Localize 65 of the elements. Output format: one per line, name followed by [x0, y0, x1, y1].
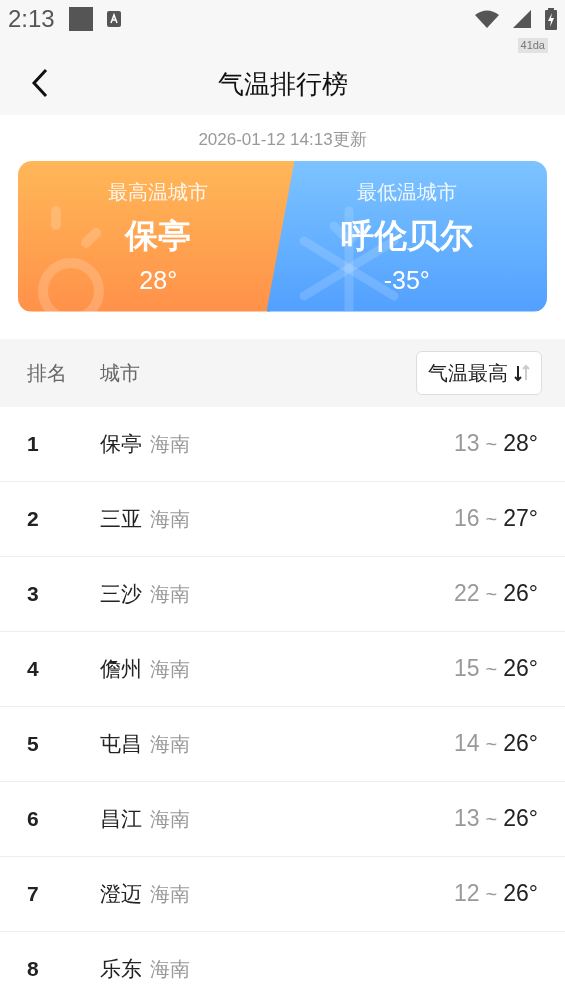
province-name: 海南 — [150, 956, 190, 982]
rank: 1 — [27, 430, 40, 457]
low-temperature: 13 — [453, 804, 480, 834]
city-name: 保亭 — [125, 215, 192, 256]
city-name: 乐东 — [100, 955, 142, 982]
city-name: 保亭 — [100, 430, 142, 457]
chevron-left-icon — [30, 67, 50, 99]
debug-badge: 41da — [517, 38, 548, 53]
high-temperature: 26° — [503, 654, 538, 684]
card-label: 最高温城市 — [108, 179, 209, 205]
high-temperature: 26° — [503, 729, 538, 759]
high-temperature: 26° — [503, 579, 538, 609]
province-name: 海南 — [150, 656, 190, 682]
update-time: 2026-01-12 14:13更新 — [198, 129, 367, 151]
low-temperature: 15 — [453, 654, 480, 684]
city-name: 儋州 — [100, 655, 142, 682]
province-name: 海南 — [150, 731, 190, 757]
notification-icon — [68, 7, 93, 31]
province-name: 海南 — [150, 806, 190, 832]
wifi-icon — [475, 10, 499, 28]
province-name: 海南 — [150, 431, 190, 457]
high-temperature: 27° — [503, 504, 538, 534]
range-separator: ~ — [485, 881, 498, 907]
temperature: 28° — [139, 265, 178, 296]
rank: 3 — [27, 580, 40, 607]
city-name: 三亚 — [100, 505, 142, 532]
keyboard-icon — [106, 11, 121, 27]
range-separator: ~ — [485, 806, 498, 832]
rank: 5 — [27, 730, 40, 757]
low-temperature: 22 — [453, 579, 480, 609]
high-temperature: 28° — [503, 429, 538, 459]
range-separator: ~ — [485, 431, 498, 457]
status-time: 2:13 — [8, 4, 55, 34]
province-name: 海南 — [150, 581, 190, 607]
signal-icon — [513, 10, 531, 28]
low-temperature: 13 — [453, 429, 480, 459]
low-temperature: 14 — [453, 729, 480, 759]
range-separator: ~ — [485, 656, 498, 682]
rank: 2 — [27, 505, 40, 532]
range-separator: ~ — [485, 506, 498, 532]
province-name: 海南 — [150, 506, 190, 532]
city-name: 三沙 — [100, 580, 142, 607]
range-separator: ~ — [485, 581, 498, 607]
high-temperature: 26° — [503, 804, 538, 834]
city-name: 屯昌 — [100, 730, 142, 757]
column-header: 城市 — [100, 360, 140, 386]
rank: 4 — [27, 655, 40, 682]
rank: 7 — [27, 880, 40, 907]
low-temperature: 12 — [453, 879, 480, 909]
range-separator: ~ — [485, 731, 498, 757]
low-temperature: 16 — [453, 504, 480, 534]
column-header: 排名 — [27, 360, 68, 386]
province-name: 海南 — [150, 881, 190, 907]
city-name: 澄迈 — [100, 880, 142, 907]
sort-arrows-icon — [514, 362, 530, 383]
card-label: 最低温城市 — [356, 179, 457, 205]
rank: 8 — [27, 955, 40, 982]
city-name: 呼伦贝尔 — [340, 215, 473, 256]
page-title: 气温排行榜 — [217, 67, 348, 101]
high-temperature: 26° — [503, 879, 538, 909]
battery-icon — [545, 8, 557, 30]
sort-button[interactable]: 气温最高 — [416, 350, 542, 395]
rank: 6 — [27, 805, 40, 832]
city-name: 昌江 — [100, 805, 142, 832]
temperature: -35° — [383, 265, 430, 296]
